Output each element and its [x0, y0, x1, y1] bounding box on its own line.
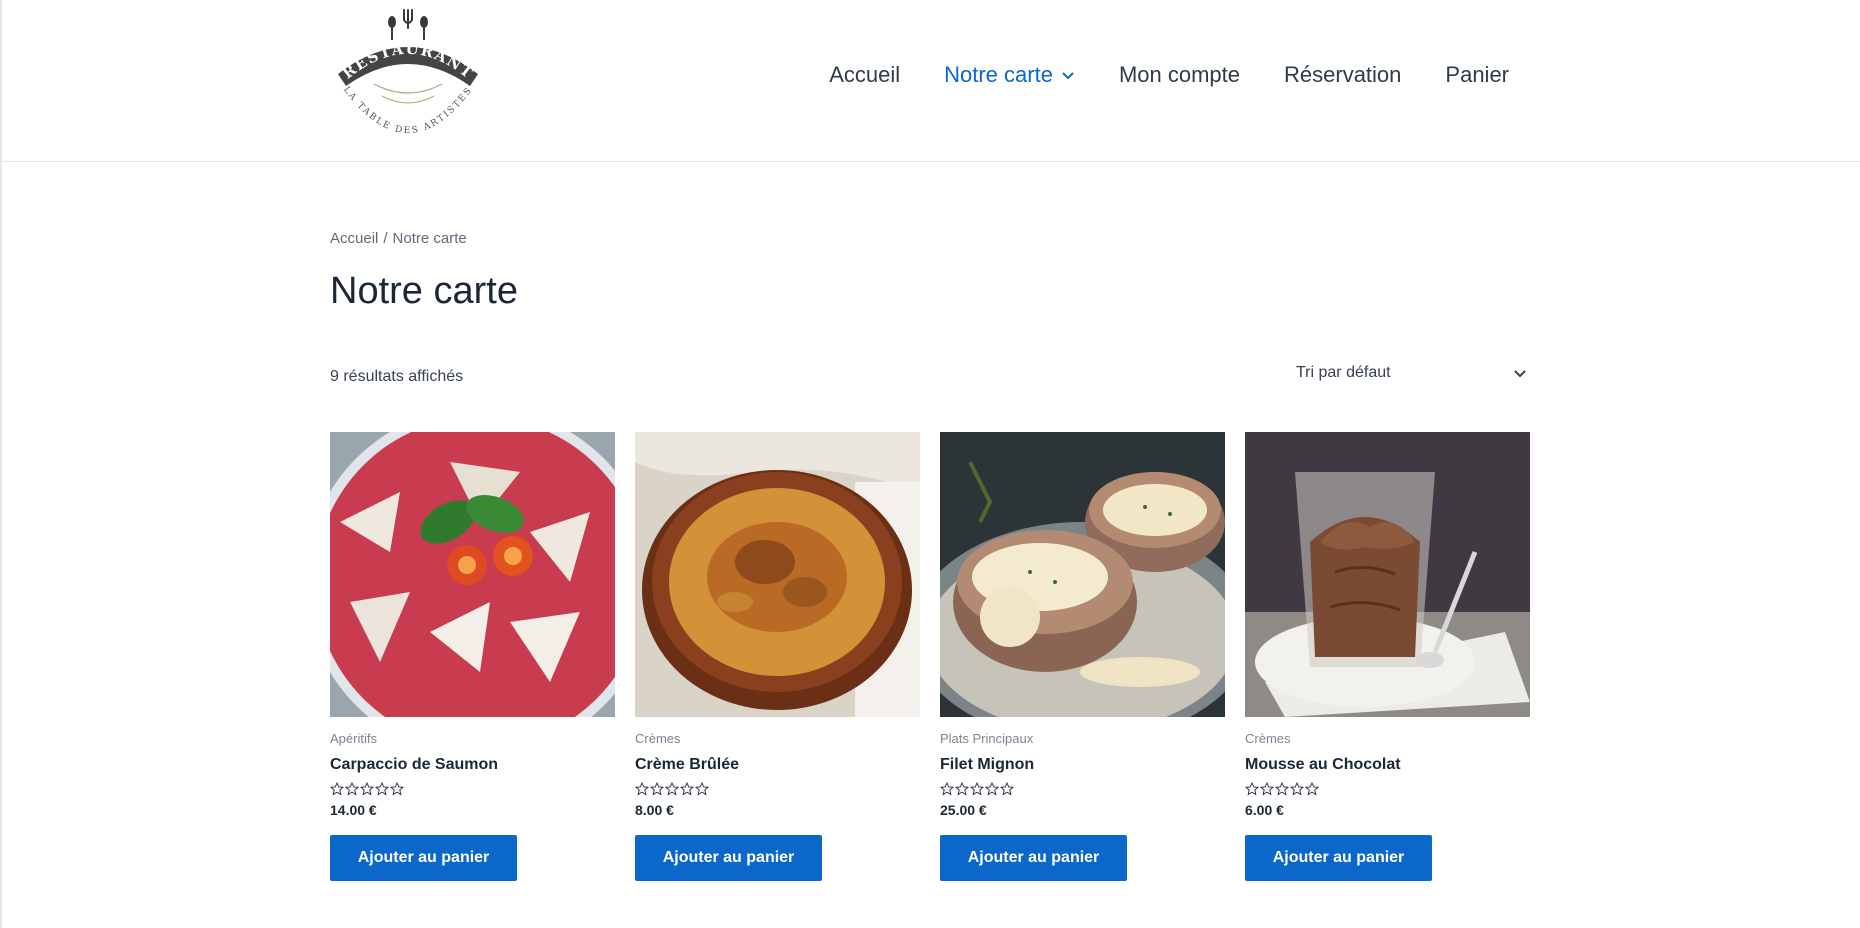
product-price: 6.00 €	[1245, 802, 1284, 818]
nav-mon-compte[interactable]: Mon compte	[1119, 62, 1240, 88]
product-image-carpaccio[interactable]	[330, 432, 615, 717]
star-empty-icon	[970, 782, 984, 796]
star-empty-icon	[375, 782, 389, 796]
chevron-down-icon	[1514, 370, 1526, 378]
product-card: Apéritifs Carpaccio de Saumon 14.00 € Aj…	[330, 432, 615, 881]
product-image-mousse-chocolat[interactable]	[1245, 432, 1530, 717]
product-grid: Apéritifs Carpaccio de Saumon 14.00 € Aj…	[330, 432, 1530, 881]
product-card: Crèmes Crème Brûlée 8.00 € Ajouter au pa…	[635, 432, 920, 881]
product-category: Crèmes	[635, 731, 681, 746]
product-card: Crèmes Mousse au Chocolat 6.00 € Ajouter…	[1245, 432, 1530, 881]
chevron-down-icon	[1062, 72, 1074, 80]
nav-panier[interactable]: Panier	[1445, 62, 1509, 88]
star-empty-icon	[695, 782, 709, 796]
product-card: Plats Principaux Filet Mignon 25.00 € Aj…	[940, 432, 1225, 881]
site-logo[interactable]: RESTAURANT LA TABLE DES ARTISTES	[330, 6, 486, 154]
restaurant-logo-icon: RESTAURANT LA TABLE DES ARTISTES	[338, 9, 478, 136]
star-empty-icon	[635, 782, 649, 796]
product-category: Apéritifs	[330, 731, 377, 746]
star-rating	[635, 782, 920, 796]
nav-label: Panier	[1445, 62, 1509, 87]
star-empty-icon	[1305, 782, 1319, 796]
star-empty-icon	[1275, 782, 1289, 796]
star-rating	[1245, 782, 1530, 796]
main-navigation: Accueil Notre carte Mon compte Réservati…	[829, 62, 1509, 88]
nav-label: Mon compte	[1118, 62, 1241, 87]
breadcrumb-current: Notre carte	[392, 230, 467, 247]
product-category: Plats Principaux	[940, 731, 1034, 746]
add-to-cart-button[interactable]: Ajouter au panier	[940, 835, 1127, 881]
site-header: RESTAURANT LA TABLE DES ARTISTES Accueil…	[0, 0, 1860, 162]
star-empty-icon	[390, 782, 404, 796]
breadcrumb-separator: /	[383, 230, 388, 247]
nav-label: Réservation	[1284, 62, 1402, 87]
nav-accueil[interactable]: Accueil	[829, 62, 900, 88]
sort-selected-value: Tri par défaut	[1296, 364, 1391, 381]
star-empty-icon	[360, 782, 374, 796]
product-title[interactable]: Mousse au Chocolat	[1245, 756, 1530, 774]
star-empty-icon	[1000, 782, 1014, 796]
star-empty-icon	[650, 782, 664, 796]
star-empty-icon	[1260, 782, 1274, 796]
star-empty-icon	[955, 782, 969, 796]
star-empty-icon	[680, 782, 694, 796]
star-empty-icon	[345, 782, 359, 796]
add-to-cart-button[interactable]: Ajouter au panier	[1245, 835, 1432, 881]
page-title: Notre carte	[330, 270, 518, 312]
product-title[interactable]: Filet Mignon	[940, 756, 1225, 774]
breadcrumb: Accueil / Notre carte	[330, 230, 467, 247]
breadcrumb-home-link[interactable]: Accueil	[330, 230, 378, 247]
product-price: 8.00 €	[635, 802, 674, 818]
product-price: 14.00 €	[330, 802, 377, 818]
add-to-cart-button[interactable]: Ajouter au panier	[330, 835, 517, 881]
nav-notre-carte[interactable]: Notre carte	[944, 62, 1075, 88]
product-title[interactable]: Carpaccio de Saumon	[330, 756, 615, 774]
product-image-creme-brulee[interactable]	[635, 432, 920, 717]
star-empty-icon	[330, 782, 344, 796]
star-empty-icon	[1290, 782, 1304, 796]
star-empty-icon	[1245, 782, 1259, 796]
result-count: 9 résultats affichés	[330, 368, 464, 385]
nav-label: Notre carte	[944, 62, 1053, 87]
product-title[interactable]: Crème Brûlée	[635, 756, 920, 774]
nav-reservation[interactable]: Réservation	[1284, 62, 1401, 88]
product-price: 25.00 €	[940, 802, 987, 818]
star-empty-icon	[985, 782, 999, 796]
star-empty-icon	[665, 782, 679, 796]
sort-select[interactable]: Tri par défaut	[1286, 358, 1531, 388]
nav-label: Accueil	[829, 62, 901, 87]
star-rating	[940, 782, 1225, 796]
add-to-cart-button[interactable]: Ajouter au panier	[635, 835, 822, 881]
star-empty-icon	[940, 782, 954, 796]
product-image-filet-mignon[interactable]	[940, 432, 1225, 717]
product-category: Crèmes	[1245, 731, 1291, 746]
star-rating	[330, 782, 615, 796]
